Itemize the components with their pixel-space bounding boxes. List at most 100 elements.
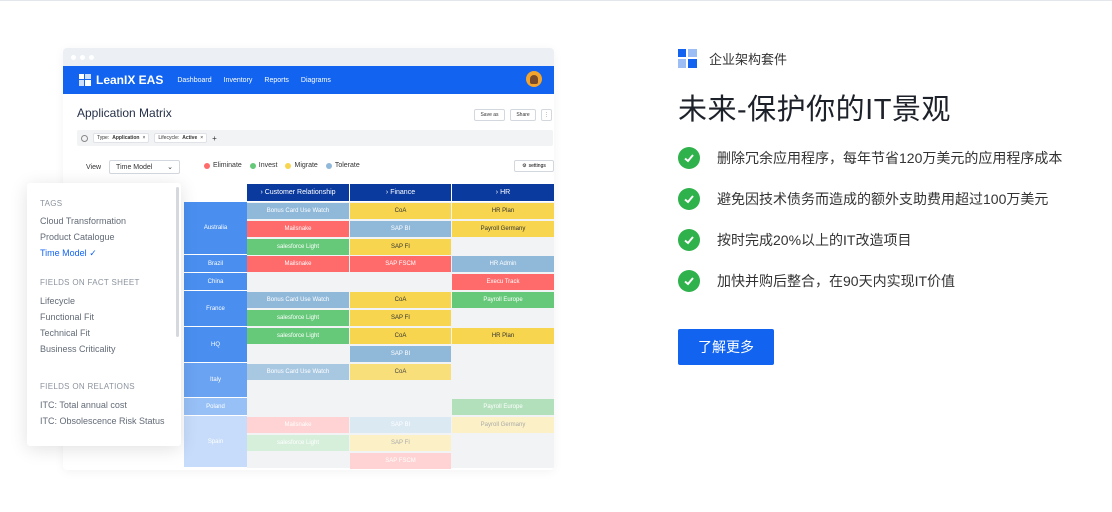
headline: 未来-保护你的IT景观	[678, 94, 951, 126]
close-icon[interactable]: ×	[200, 135, 203, 141]
legend-item-eliminate: Eliminate	[204, 162, 242, 169]
matrix-cell[interactable]: Payroll Europe	[452, 399, 554, 415]
matrix-cell[interactable]: Mailsnake	[247, 256, 349, 272]
matrix-cell[interactable]: salesforce Light	[247, 239, 349, 255]
panel-heading-fact-sheet: FIELDS ON FACT SHEET	[40, 278, 140, 287]
matrix-cell[interactable]: Payroll Europe	[452, 292, 554, 308]
view-label: View	[86, 163, 102, 171]
feature-item: 加快并购后整合，在90天内实现IT价值	[678, 270, 955, 292]
panel-heading-relations: FIELDS ON RELATIONS	[40, 382, 135, 391]
filter-chip-type[interactable]: Type: Application ×	[93, 133, 150, 143]
nav-inventory[interactable]: Inventory	[224, 77, 253, 84]
view-row: View Time Model ⌄	[86, 160, 181, 174]
field-item[interactable]: Functional Fit	[40, 312, 94, 322]
leanix-logo[interactable]: LeanIX EAS	[79, 73, 163, 87]
filter-lifecycle-value: Active	[182, 135, 198, 141]
matrix-cell[interactable]: HR Admin	[452, 256, 554, 272]
settings-label: settings	[528, 163, 546, 169]
matrix-cell[interactable]: CoA	[350, 328, 451, 344]
check-circle-icon	[678, 188, 700, 210]
matrix-cell[interactable]: CoA	[350, 292, 451, 308]
nav-reports[interactable]: Reports	[264, 77, 289, 84]
learn-more-button[interactable]: 了解更多	[678, 329, 774, 365]
row-label-brazil[interactable]: Brazil	[184, 255, 247, 273]
check-circle-icon	[678, 270, 700, 292]
gear-icon: ⚙	[522, 163, 527, 169]
matrix-cell[interactable]: Payroll Germany	[452, 417, 554, 433]
field-item[interactable]: Lifecycle	[40, 296, 75, 306]
nav-diagrams[interactable]: Diagrams	[301, 77, 331, 84]
save-as-button[interactable]: Save as	[474, 109, 505, 121]
matrix-cell[interactable]: Bonus Card Use Watch	[247, 203, 349, 219]
matrix-cell[interactable]: salesforce Light	[247, 310, 349, 326]
window-dot	[71, 54, 76, 60]
feature-item: 按时完成20%以上的IT改造项目	[678, 229, 911, 251]
matrix-cell[interactable]: Execu Track	[452, 274, 554, 290]
filter-type-label: Type:	[97, 135, 110, 141]
checkmark-icon: ✓	[89, 248, 97, 258]
matrix-cell[interactable]: Mailsnake	[247, 417, 349, 433]
tag-item[interactable]: Cloud Transformation	[40, 216, 126, 226]
matrix-cell[interactable]: SAP BI	[350, 221, 451, 237]
matrix-cell[interactable]: SAP FI	[350, 435, 451, 451]
filter-icon[interactable]	[81, 134, 88, 142]
filter-chip-lifecycle[interactable]: Lifecycle: Active ×	[154, 133, 208, 143]
matrix-cell[interactable]: SAP FI	[350, 310, 451, 326]
matrix-cell[interactable]: HR Plan	[452, 328, 554, 344]
matrix-cell[interactable]: CoA	[350, 203, 451, 219]
column-label: Customer Relationship	[264, 189, 336, 196]
row-label-italy[interactable]: Italy	[184, 363, 247, 398]
matrix-cell[interactable]: SAP BI	[350, 417, 451, 433]
column-header-customer-relationship[interactable]: › Customer Relationship	[247, 184, 349, 201]
matrix-cell[interactable]: HR Plan	[452, 203, 554, 219]
field-item[interactable]: Business Criticality	[40, 344, 116, 354]
row-label-poland[interactable]: Poland	[184, 398, 247, 416]
matrix-cell[interactable]: Bonus Card Use Watch	[247, 364, 349, 380]
panel-scrollbar[interactable]	[176, 187, 179, 337]
filter-lifecycle-label: Lifecycle:	[158, 135, 180, 141]
user-avatar[interactable]	[526, 71, 542, 87]
relation-item[interactable]: ITC: Obsolescence Risk Status	[40, 416, 165, 426]
field-item[interactable]: Technical Fit	[40, 328, 90, 338]
matrix-cell[interactable]: SAP FSCM	[350, 256, 451, 272]
leanix-logo-icon	[79, 74, 91, 86]
matrix-cell[interactable]: CoA	[350, 364, 451, 380]
feature-item: 避免因技术债务而造成的额外支助费用超过100万美元	[678, 188, 1048, 210]
more-button[interactable]: ⋮	[541, 109, 552, 121]
matrix-cell[interactable]: Payroll Germany	[452, 221, 554, 237]
relation-item[interactable]: ITC: Total annual cost	[40, 400, 127, 410]
nav-dashboard[interactable]: Dashboard	[177, 77, 211, 84]
matrix-cell[interactable]: salesforce Light	[247, 328, 349, 344]
row-label-china[interactable]: China	[184, 273, 247, 291]
legend-label: Migrate	[294, 162, 318, 169]
row-label-hq[interactable]: HQ	[184, 327, 247, 363]
tag-item-label: Time Model	[40, 248, 87, 258]
feature-text: 按时完成20%以上的IT改造项目	[717, 232, 912, 248]
row-label-australia[interactable]: Australia	[184, 202, 247, 255]
column-header-hr[interactable]: › HR	[452, 184, 554, 201]
view-select[interactable]: Time Model ⌄	[109, 160, 181, 174]
row-label-spain[interactable]: Spain	[184, 416, 247, 468]
tag-item[interactable]: Product Catalogue	[40, 232, 115, 242]
matrix-cell[interactable]: SAP BI	[350, 346, 451, 362]
legend-dot	[325, 162, 332, 169]
feature-text: 加快并购后整合，在90天内实现IT价值	[717, 273, 956, 289]
matrix-cell[interactable]: salesforce Light	[247, 435, 349, 451]
matrix-cell[interactable]: Mailsnake	[247, 221, 349, 237]
close-icon[interactable]: ×	[142, 135, 145, 141]
row-label-france[interactable]: France	[184, 291, 247, 327]
window-chrome	[63, 48, 554, 66]
legend-item-tolerate: Tolerate	[325, 162, 360, 169]
matrix-cell[interactable]: SAP FI	[350, 239, 451, 255]
legend-dot	[204, 162, 210, 169]
add-filter-button[interactable]: +	[212, 134, 217, 143]
legend-label: Tolerate	[334, 162, 360, 169]
settings-button[interactable]: ⚙ settings	[514, 160, 554, 172]
legend-label: Eliminate	[213, 162, 242, 169]
share-button[interactable]: Share	[510, 109, 536, 121]
matrix-cell[interactable]: Bonus Card Use Watch	[247, 292, 349, 308]
top-nav: LeanIX EAS Dashboard Inventory Reports D…	[63, 66, 554, 94]
column-header-finance[interactable]: › Finance	[350, 184, 451, 201]
tag-item-selected[interactable]: Time Model ✓	[40, 248, 97, 259]
matrix-cell[interactable]: SAP FSCM	[350, 453, 451, 469]
